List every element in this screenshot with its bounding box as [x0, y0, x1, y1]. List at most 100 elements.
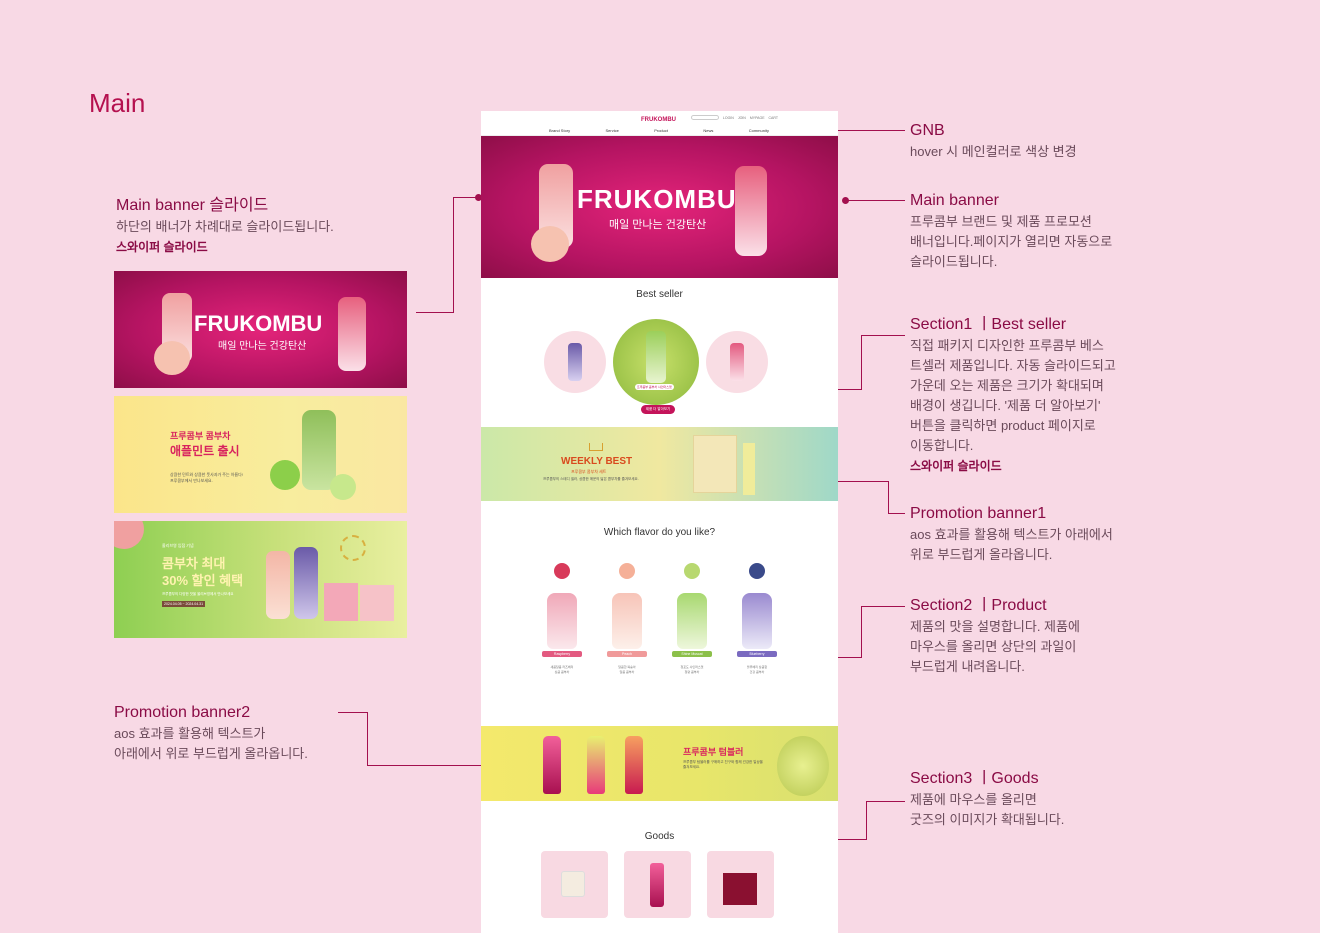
annotation-desc: 배경이 생깁니다. '제품 더 알아보기'	[910, 398, 1101, 413]
connector-line	[862, 606, 905, 607]
annotation-promotion-banner1: Promotion banner1 aos 효과를 활용해 텍스트가 아래에서 …	[910, 503, 1113, 565]
bestseller-item-blueberry[interactable]	[544, 331, 606, 393]
annotation-section2: Section2 ㅣProduct 제품의 맛을 설명합니다. 제품에 마우스를…	[910, 595, 1080, 677]
annotation-desc: 배너입니다.페이지가 열리면 자동으로	[910, 234, 1113, 249]
bottle-right-image	[735, 166, 767, 256]
flavor-raspberry[interactable]: Raspberry 새콤달콤 라즈베리 상큼 콤부차	[540, 563, 584, 674]
main-page-mockup: FRUKOMBU LOGIN JOIN MYPAGE CART Brand St…	[481, 111, 838, 933]
annotation-main-banner-slide: Main banner 슬라이드 하단의 배너가 차례대로 슬라이드됩니다. 스…	[116, 195, 334, 257]
connector-line	[416, 312, 454, 313]
banner-thumb-applemint[interactable]: 프루콤부 콤부차 애플민트 출시 상큼한 민트와 상큼한 풋사과가 주는 아름다…	[114, 396, 407, 513]
banner-thumb-frukombu[interactable]: FRUKOMBU 매일 만나는 건강탄산	[114, 271, 407, 388]
promo2-title: 프루콤부 텀블러	[683, 747, 744, 757]
annotation-note: 스와이퍼 슬라이드	[116, 240, 208, 254]
promotion-banner1[interactable]: WEEKLY BEST 프루콤부 콤부차 세트 프루콤부의 스테디 셀러, 상큼…	[481, 427, 838, 501]
banner-body: 프루콤부의 다양한 맛을 올리브영에서 만나보세요	[162, 592, 234, 596]
annotation-desc: hover 시 메인컬러로 색상 변경	[910, 144, 1077, 159]
tote-bag-image	[723, 873, 757, 905]
banner-thumb-oliveyoung[interactable]: 올리브영 입점 기념 콤부차 최대 30% 할인 혜택 프루콤부의 다양한 맛을…	[114, 521, 407, 638]
banner-body: 프루콤부에서 만나보세요.	[170, 478, 213, 483]
goods-card-tote-bag[interactable]	[707, 851, 774, 918]
box-image	[324, 583, 358, 621]
promo1-desc: 프루콤부의 스테디 셀러, 상큼한 매운의 닮은 콤부차를 즐겨보세요.	[543, 477, 639, 481]
annotation-title: Section1 ㅣBest seller	[910, 316, 1067, 333]
annotation-desc: 아래에서 위로 부드럽게 올라옵니다.	[114, 746, 308, 761]
connector-line	[846, 200, 905, 201]
annotation-section1: Section1 ㅣBest seller 직접 패키지 디자인한 프루콤부 베…	[910, 314, 1116, 476]
promo1-title: WEEKLY BEST	[561, 456, 633, 467]
annotation-desc: 프루콤부 브랜드 및 제품 프로모션	[910, 214, 1092, 229]
sunburst-icon	[340, 535, 366, 561]
product-box-image	[693, 435, 737, 493]
annotation-title: Promotion banner2	[114, 704, 251, 721]
annotation-desc: 제품에 마우스를 올리면	[910, 792, 1037, 807]
menu-brand-story[interactable]: Brand Story	[549, 128, 570, 133]
flavor-label: Raspberry	[542, 651, 582, 657]
annotation-desc: 버튼을 클릭하면 product 페이지로	[910, 418, 1096, 433]
annotation-desc: 제품의 맛을 설명합니다. 제품에	[910, 619, 1080, 634]
bottle-image	[742, 593, 772, 649]
flavor-desc: 블루베리 상큼함	[746, 665, 768, 669]
pear-image	[777, 736, 829, 796]
annotation-desc: 굿즈의 이미지가 확대됩니다.	[910, 812, 1065, 827]
blueberry-icon	[749, 563, 765, 579]
flavor-peach[interactable]: Peach 달콤한 복숭아 달콤 콤부차	[605, 563, 649, 674]
crown-icon	[589, 443, 603, 451]
join-link[interactable]: JOIN	[738, 116, 746, 120]
apple-image	[270, 460, 300, 490]
hero-banner[interactable]: FRUKOMBU 매일 만나는 건강탄산	[481, 136, 838, 278]
goods-card-tumbler[interactable]	[624, 851, 691, 918]
stick-pouch-image	[743, 443, 755, 495]
bottle-image	[730, 343, 744, 381]
connector-line	[367, 765, 487, 766]
annotation-desc: 마우스를 올리면 상단의 과일이	[910, 639, 1077, 654]
flavor-desc: 청량 콤부차	[684, 670, 700, 674]
login-link[interactable]: LOGIN	[723, 116, 734, 120]
connector-line	[367, 712, 368, 765]
menu-community[interactable]: Community	[749, 128, 769, 133]
annotation-desc: 부드럽게 내려옵니다.	[910, 659, 1025, 674]
menu-news[interactable]: News	[703, 128, 713, 133]
connector-dot	[842, 197, 849, 204]
hero-tagline: 매일 만나는 건강탄산	[609, 219, 707, 231]
goods-title: Goods	[644, 831, 675, 842]
banner-kicker: 올리브영 입점 기념	[162, 543, 194, 548]
goods-card-mug[interactable]	[541, 851, 608, 918]
promotion-banner2[interactable]: 프루콤부 텀블러 프루콤부 텀블러를 구매하고 친구와 함께 건강한 일상을 즐…	[481, 726, 838, 801]
flavor-blueberry[interactable]: Blueberry 블루베리 상큼함 건강 콤부차	[735, 563, 779, 674]
annotation-title: Promotion banner1	[910, 505, 1047, 522]
gnb: FRUKOMBU LOGIN JOIN MYPAGE CART Brand St…	[481, 111, 838, 136]
bottle-green-image	[302, 410, 336, 490]
annotation-desc: 위로 부드럽게 올라옵니다.	[910, 547, 1053, 562]
annotation-desc: 슬라이드됩니다.	[910, 254, 998, 269]
bestseller-center-label: 프루콤부 콤부차 샤인머스캣	[635, 384, 674, 390]
annotation-desc: 직접 패키지 디자인한 프루콤부 베스	[910, 338, 1104, 353]
bottle-peach-image	[266, 551, 290, 619]
tumbler-orange-image	[625, 736, 643, 794]
banner-headline: 애플민트 출시	[170, 444, 240, 458]
cart-link[interactable]: CART	[769, 116, 778, 120]
menu-service[interactable]: Service	[605, 128, 618, 133]
search-input[interactable]	[690, 115, 719, 120]
more-products-button[interactable]: 제품 더 알아보기	[641, 405, 675, 414]
logo[interactable]: FRUKOMBU	[641, 117, 676, 123]
connector-line	[861, 606, 862, 658]
bestseller-item-raspberry[interactable]	[706, 331, 768, 393]
banner-headline: 30% 할인 혜택	[162, 573, 244, 588]
annotation-promotion-banner2: Promotion banner2 aos 효과를 활용해 텍스트가 아래에서 …	[114, 702, 308, 764]
banner-tagline: 매일 만나는 건강탄산	[218, 341, 307, 352]
bottle-image	[612, 593, 642, 649]
menu-product[interactable]: Product	[654, 128, 668, 133]
bestseller-item-shine-muscat[interactable]: 프루콤부 콤부차 샤인머스캣	[613, 319, 699, 405]
banner-kicker: 프루콤부 콤부차	[170, 431, 231, 441]
grape-icon	[684, 563, 700, 579]
connector-line	[888, 481, 889, 514]
annotation-desc: 하단의 배너가 차례대로 슬라이드됩니다.	[116, 219, 334, 234]
hero-brand: FRUKOMBU	[577, 184, 737, 214]
annotation-section3: Section3 ㅣGoods 제품에 마우스를 올리면 굿즈의 이미지가 확대…	[910, 768, 1064, 830]
mypage-link[interactable]: MYPAGE	[750, 116, 765, 120]
flavor-shine-muscat[interactable]: Shine Muscat 청포도 샤인머스캣 청량 콤부차	[670, 563, 714, 674]
annotation-desc: 트셀러 제품입니다. 자동 슬라이드되고	[910, 358, 1116, 373]
tumbler-image	[650, 863, 664, 907]
bestseller-title: Best seller	[636, 289, 683, 300]
